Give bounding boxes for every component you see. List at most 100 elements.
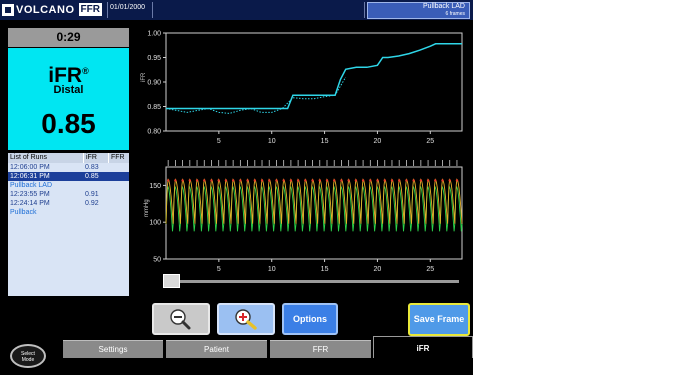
peak-marker <box>426 179 430 182</box>
peak-marker <box>275 179 278 182</box>
zoom-out-button[interactable] <box>152 303 210 335</box>
peak-marker <box>174 179 177 182</box>
run-time: 12:23:55 PM <box>10 191 50 198</box>
y-tick-label: 0.80 <box>147 129 161 136</box>
options-button[interactable]: Options <box>282 303 338 335</box>
peak-marker <box>405 179 408 182</box>
tab-ffr[interactable]: FFR <box>270 340 371 358</box>
peak-marker <box>383 179 386 182</box>
pullback-frames: 6 frames <box>445 11 465 17</box>
measurement-location: Distal <box>53 84 84 96</box>
ffr-app-window: VOLCANO FFR 01/01/2000 Pullback LAD 6 fr… <box>0 0 473 375</box>
y-tick-label: 150 <box>149 183 161 190</box>
tab-settings[interactable]: Settings <box>63 340 163 358</box>
peak-marker <box>441 179 444 182</box>
run-row[interactable]: 12:23:55 PM 0.91 <box>8 190 129 199</box>
y-tick-label: 0.95 <box>147 55 161 62</box>
run-time: 12:06:31 PM <box>10 173 50 180</box>
ifr-mode-label: iFR® <box>48 64 89 87</box>
ifr-result-panel: iFR® Distal 0.85 <box>8 48 129 150</box>
peak-marker <box>304 179 307 182</box>
peak-marker <box>340 179 343 182</box>
peak-marker <box>268 179 271 182</box>
save-frame-button[interactable]: Save Frame <box>408 303 470 336</box>
zoom-out-icon <box>170 309 191 330</box>
runs-list-header: List of Runs iFR FFR <box>8 153 129 163</box>
peak-marker <box>369 179 372 182</box>
zoom-in-button[interactable] <box>217 303 275 335</box>
pa-trace <box>165 178 463 224</box>
date-label: 01/01/2000 <box>110 4 146 11</box>
peak-marker <box>412 179 415 182</box>
peak-marker <box>296 179 300 182</box>
run-row-selected[interactable]: 12:06:31 PM 0.85 <box>8 172 129 181</box>
volcano-logo: VOLCANO FFR <box>2 3 102 16</box>
run-ifr: 0.91 <box>85 191 99 198</box>
peak-marker <box>347 179 350 182</box>
x-tick-label: 20 <box>374 138 382 145</box>
x-tick-label: 25 <box>426 266 434 273</box>
frame-slider-handle[interactable] <box>163 274 180 288</box>
run-group-label[interactable]: Pullback <box>8 208 129 217</box>
peak-marker <box>166 179 170 182</box>
peak-marker <box>224 179 228 182</box>
y-tick-label: 50 <box>153 257 161 264</box>
brand-name: VOLCANO <box>16 3 75 16</box>
y-tick-label: 1.00 <box>147 31 161 38</box>
peak-marker <box>246 179 249 182</box>
divider <box>107 2 108 18</box>
peak-marker <box>333 179 336 182</box>
peak-marker <box>282 179 285 182</box>
y-tick-label: 0.85 <box>147 104 161 111</box>
pullback-title: Pullback LAD <box>422 3 465 10</box>
timer: 0:29 <box>8 28 129 47</box>
top-bar: VOLCANO FFR 01/01/2000 Pullback LAD 6 fr… <box>0 0 473 20</box>
peak-marker <box>354 179 358 182</box>
frame-slider-track[interactable] <box>163 280 459 283</box>
run-group-label[interactable]: Pullback LAD <box>8 181 129 190</box>
peak-marker <box>188 179 192 182</box>
run-time: 12:24:14 PM <box>10 200 50 207</box>
peak-marker <box>318 179 321 182</box>
ifr-pullback-chart: iFR 5 10 15 20 25 1.00 0.95 0.90 0.85 0.80 <box>138 27 468 145</box>
peak-marker <box>455 179 459 182</box>
run-row[interactable]: 12:06:00 PM 0.83 <box>8 163 129 172</box>
pullback-info-button[interactable]: Pullback LAD 6 frames <box>367 2 470 19</box>
registered-mark: ® <box>82 66 89 76</box>
peak-marker <box>195 179 199 182</box>
peak-marker <box>325 179 329 182</box>
peak-marker <box>217 179 220 182</box>
select-mode-button[interactable]: Select Mode <box>10 344 46 368</box>
product-name: FFR <box>78 3 102 16</box>
run-row[interactable]: 12:24:14 PM 0.92 <box>8 199 129 208</box>
peak-marker <box>361 179 365 182</box>
peak-marker <box>253 179 256 182</box>
run-ifr: 0.92 <box>85 200 99 207</box>
run-label: Pullback LAD <box>10 182 53 189</box>
x-tick-label: 5 <box>217 266 221 273</box>
peak-marker <box>448 179 451 182</box>
y-axis-label: iFR <box>141 72 147 82</box>
peak-marker <box>260 179 264 182</box>
tab-ifr[interactable]: iFR <box>373 336 473 358</box>
zoom-in-icon <box>235 309 257 330</box>
y-axis-label: mmHg <box>144 199 150 217</box>
peak-marker <box>239 179 242 182</box>
divider <box>152 2 153 18</box>
x-tick-label: 10 <box>268 138 276 145</box>
x-tick-label: 5 <box>217 138 221 145</box>
peak-marker <box>289 179 293 182</box>
x-tick-label: 20 <box>374 266 382 273</box>
peak-marker <box>203 179 206 182</box>
peak-marker <box>210 179 213 182</box>
header-ffr: FFR <box>108 153 129 163</box>
peak-marker <box>376 179 379 182</box>
tab-patient[interactable]: Patient <box>166 340 267 358</box>
ifr-value: 0.85 <box>41 108 96 139</box>
peak-marker <box>434 179 437 182</box>
peak-marker <box>390 179 394 182</box>
header-ifr: iFR <box>83 153 108 163</box>
peak-marker <box>311 179 314 182</box>
run-time: 12:06:00 PM <box>10 164 50 171</box>
peak-marker <box>231 179 235 182</box>
